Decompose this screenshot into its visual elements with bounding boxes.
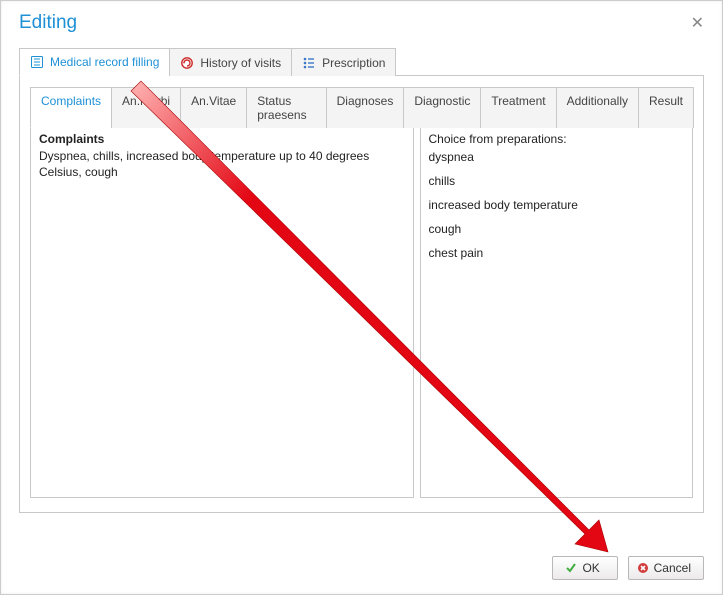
- sub-tabstrip: Complaints An.Morbi An.Vitae Status prae…: [30, 86, 693, 128]
- subtab-diagnoses[interactable]: Diagnoses: [326, 87, 405, 128]
- cancel-label: Cancel: [654, 561, 691, 575]
- subtab-an-vitae[interactable]: An.Vitae: [180, 87, 247, 128]
- list-item[interactable]: dyspnea: [429, 150, 685, 164]
- complaints-heading: Complaints: [39, 132, 405, 146]
- check-icon: [565, 562, 577, 574]
- list-item[interactable]: increased body temperature: [429, 198, 685, 212]
- list-item[interactable]: chest pain: [429, 246, 685, 260]
- subtab-diagnostic[interactable]: Diagnostic: [403, 87, 481, 128]
- dialog-title: Editing: [19, 12, 77, 34]
- ok-button[interactable]: OK: [552, 556, 618, 580]
- tab-label: History of visits: [200, 56, 281, 70]
- subtab-treatment[interactable]: Treatment: [480, 87, 556, 128]
- ok-label: OK: [582, 561, 599, 575]
- close-icon[interactable]: ✕: [687, 11, 708, 35]
- editing-dialog: Editing ✕ Medical record filling History…: [0, 0, 723, 595]
- subtab-an-morbi[interactable]: An.Morbi: [111, 87, 181, 128]
- history-icon: [180, 56, 194, 70]
- complaints-text[interactable]: Dyspnea, chills, increased body temperat…: [39, 148, 405, 180]
- preparations-heading: Choice from preparations:: [429, 132, 685, 146]
- document-list-icon: [30, 55, 44, 69]
- cancel-button[interactable]: Cancel: [628, 556, 704, 580]
- subtab-result[interactable]: Result: [638, 87, 694, 128]
- complaints-panel: Complaints Dyspnea, chills, increased bo…: [30, 128, 414, 498]
- tab-medical-record-filling[interactable]: Medical record filling: [19, 48, 170, 76]
- tab-label: Medical record filling: [50, 55, 159, 69]
- titlebar: Editing ✕: [1, 1, 722, 43]
- cancel-icon: [637, 562, 649, 574]
- list-item[interactable]: cough: [429, 222, 685, 236]
- subtab-status-praesens[interactable]: Status praesens: [246, 87, 326, 128]
- prescription-icon: [302, 56, 316, 70]
- tab-history-of-visits[interactable]: History of visits: [169, 48, 292, 76]
- tab-prescription[interactable]: Prescription: [291, 48, 396, 76]
- subtab-complaints[interactable]: Complaints: [30, 87, 112, 128]
- main-tabstrip: Medical record filling History of visits…: [19, 47, 704, 76]
- tab-label: Prescription: [322, 56, 385, 70]
- list-item[interactable]: chills: [429, 174, 685, 188]
- panels-row: Complaints Dyspnea, chills, increased bo…: [30, 128, 693, 498]
- dialog-footer: OK Cancel: [552, 556, 704, 580]
- preparations-panel: Choice from preparations: dyspnea chills…: [420, 128, 694, 498]
- preparations-list: dyspnea chills increased body temperatur…: [429, 150, 685, 260]
- main-tab-body: Complaints An.Morbi An.Vitae Status prae…: [19, 76, 704, 513]
- subtab-additionally[interactable]: Additionally: [556, 87, 639, 128]
